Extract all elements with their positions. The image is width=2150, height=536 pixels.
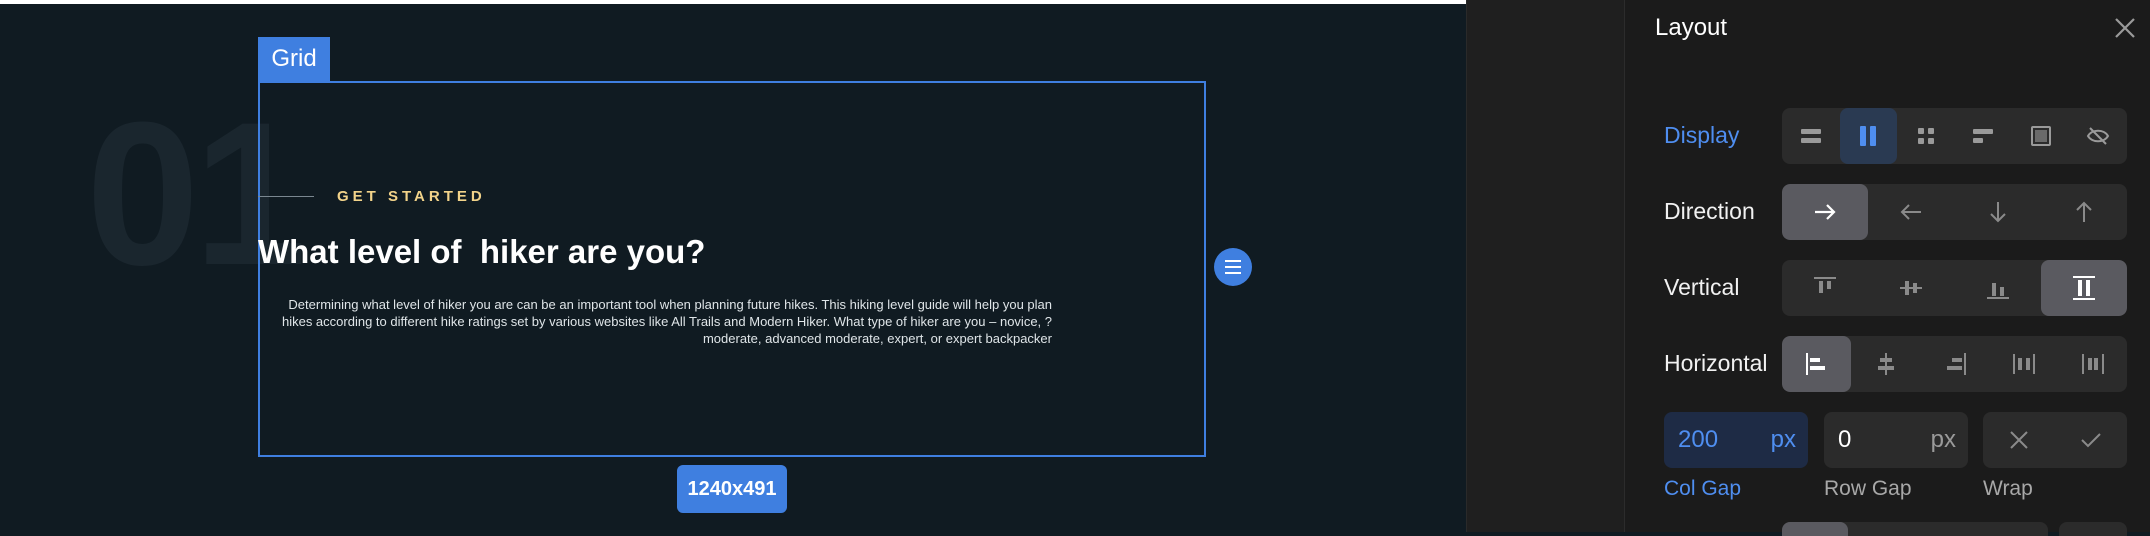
horizontal-space-between-option[interactable] — [1989, 336, 2058, 392]
row-gap-value[interactable]: 0 — [1838, 426, 1851, 454]
panel-title: Layout — [1655, 14, 1728, 41]
vertical-label: Vertical — [1664, 274, 1740, 300]
align-right-icon — [1946, 353, 1966, 375]
layout-panel: Layout Display Direction Vertical Horizo… — [1624, 0, 2150, 536]
eyebrow-divider — [258, 196, 314, 197]
next-control-selected-peek — [1782, 522, 1848, 536]
arrow-right-icon — [1815, 204, 1836, 220]
menu-lines-icon — [1225, 258, 1241, 276]
horizontal-segmented-control — [1782, 336, 2127, 392]
grid-icon — [1917, 128, 1934, 144]
display-box-option[interactable] — [2012, 108, 2070, 164]
wrap-option[interactable] — [2055, 412, 2127, 468]
align-center-icon — [1877, 353, 1894, 375]
canvas-top-edge — [0, 0, 1466, 4]
section-body-text: Determining what level of hiker you are … — [281, 297, 1052, 346]
vertical-bottom-option[interactable] — [1955, 260, 2041, 316]
align-left-icon — [1805, 353, 1825, 375]
direction-segmented-control — [1782, 184, 2127, 240]
direction-left-option[interactable] — [1868, 184, 1954, 240]
row-gap-unit: px — [1930, 426, 1956, 453]
hidden-eye-icon — [2087, 127, 2110, 145]
display-label: Display — [1664, 122, 1740, 148]
eyebrow-text: GET STARTED — [337, 188, 486, 205]
vertical-segmented-control — [1782, 260, 2127, 316]
no-wrap-option[interactable] — [1983, 412, 2055, 468]
next-control-peek — [1782, 522, 2048, 536]
inline-icon — [1973, 129, 1994, 143]
col-gap-unit: px — [1770, 426, 1796, 453]
space-between-icon — [2012, 354, 2035, 374]
grid-menu-handle[interactable] — [1214, 248, 1252, 286]
design-canvas[interactable]: 01 Grid GET STARTED What level of hiker … — [0, 0, 1466, 532]
direction-up-option[interactable] — [2041, 184, 2127, 240]
grid-element-tag[interactable]: Grid — [258, 37, 330, 81]
horizontal-right-option[interactable] — [1920, 336, 1989, 392]
wrap-check-icon — [2081, 433, 2101, 448]
direction-right-option[interactable] — [1782, 184, 1869, 240]
space-around-icon — [2081, 354, 2104, 374]
panel-gutter — [1466, 0, 1625, 532]
block-icon — [1800, 129, 1821, 143]
next-control-peek-right — [2059, 522, 2127, 536]
section-headline: What level of hiker are you? — [258, 233, 706, 270]
col-gap-field[interactable]: 200 px — [1664, 412, 1808, 468]
align-middle-icon — [1900, 281, 1923, 295]
row-gap-field[interactable]: 0 px — [1824, 412, 1968, 468]
box-icon — [2030, 126, 2051, 146]
direction-down-option[interactable] — [1955, 184, 2041, 240]
display-inline-option[interactable] — [1955, 108, 2013, 164]
display-hidden-option[interactable] — [2070, 108, 2128, 164]
close-icon — [2115, 18, 2135, 38]
arrow-down-icon — [1989, 202, 2006, 223]
flex-icon — [1860, 126, 1877, 146]
vertical-stretch-option[interactable] — [2040, 260, 2127, 316]
wrap-label: Wrap — [1983, 477, 2033, 500]
col-gap-value[interactable]: 200 — [1678, 426, 1718, 454]
wrap-segmented-control — [1983, 412, 2127, 468]
horizontal-space-around-option[interactable] — [2058, 336, 2127, 392]
horizontal-center-option[interactable] — [1851, 336, 1920, 392]
align-top-icon — [1814, 277, 1837, 293]
row-gap-label: Row Gap — [1824, 477, 1912, 500]
stretch-vertical-icon — [2072, 276, 2095, 300]
vertical-top-option[interactable] — [1782, 260, 1868, 316]
align-bottom-icon — [1986, 283, 2009, 299]
col-gap-label: Col Gap — [1664, 477, 1742, 500]
display-segmented-control — [1782, 108, 2127, 164]
close-panel-button[interactable] — [2113, 16, 2137, 40]
horizontal-left-option[interactable] — [1782, 336, 1851, 392]
arrow-left-icon — [1900, 204, 1922, 220]
arrow-up-icon — [2076, 201, 2092, 222]
no-wrap-x-icon — [2010, 431, 2028, 449]
display-flex-option[interactable] — [1839, 108, 1897, 164]
vertical-middle-option[interactable] — [1868, 260, 1954, 316]
horizontal-label: Horizontal — [1664, 350, 1768, 376]
display-grid-option[interactable] — [1897, 108, 1955, 164]
direction-label: Direction — [1664, 198, 1755, 224]
element-size-badge: 1240x491 — [677, 465, 787, 513]
display-block-option[interactable] — [1782, 108, 1840, 164]
